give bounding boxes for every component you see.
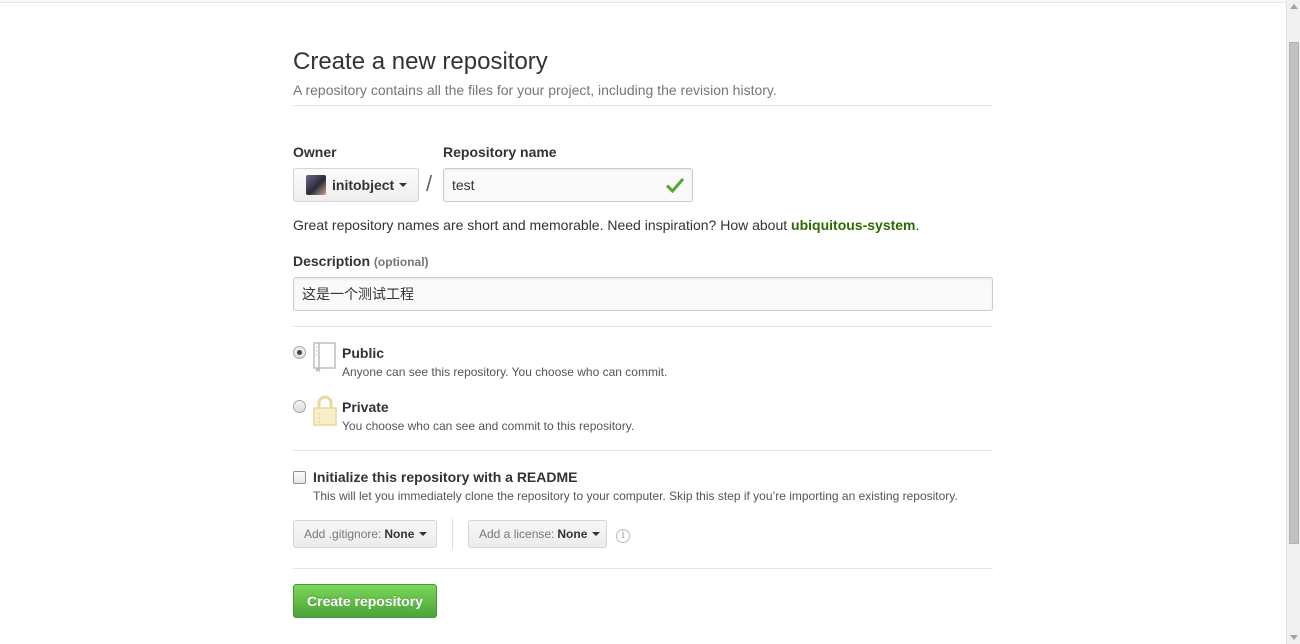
gitignore-dropdown[interactable]: Add .gitignore: None — [293, 520, 437, 548]
page-subtitle: A repository contains all the files for … — [293, 82, 777, 98]
private-radio[interactable] — [293, 400, 306, 413]
description-label-text: Description — [293, 253, 371, 269]
license-label: Add a license: — [479, 527, 555, 541]
repo-name-input[interactable] — [443, 168, 693, 202]
public-desc: Anyone can see this repository. You choo… — [342, 365, 668, 379]
suggested-name-link[interactable]: ubiquitous-system — [791, 217, 915, 233]
private-title: Private — [342, 399, 389, 415]
scrollbar-thumb[interactable] — [1289, 42, 1299, 544]
license-value: None — [557, 527, 588, 541]
init-readme-title: Initialize this repository with a README — [313, 469, 578, 485]
hint-text: Great repository names are short and mem… — [293, 217, 792, 233]
create-repository-button[interactable]: Create repository — [293, 584, 437, 618]
owner-repo-separator: / — [426, 171, 433, 196]
vertical-divider — [452, 519, 453, 549]
gitignore-label: Add .gitignore: — [304, 527, 382, 541]
scroll-down-arrow-icon[interactable] — [1290, 635, 1298, 640]
divider — [293, 326, 993, 327]
owner-label: Owner — [293, 144, 337, 160]
caret-down-icon — [419, 532, 428, 536]
hint-suffix: . — [915, 217, 920, 233]
repo-book-icon — [313, 342, 336, 372]
owner-name: initobject — [332, 177, 395, 193]
scrollbar[interactable] — [1286, 0, 1300, 644]
scroll-up-arrow-icon[interactable] — [1290, 4, 1298, 9]
optional-tag: (optional) — [373, 255, 429, 269]
license-dropdown[interactable]: Add a license: None — [468, 520, 607, 548]
check-icon — [666, 178, 684, 193]
public-radio[interactable] — [293, 346, 306, 359]
description-label: Description (optional) — [293, 253, 429, 269]
repo-name-label: Repository name — [443, 144, 557, 160]
init-readme-checkbox[interactable] — [293, 471, 306, 484]
lock-icon — [313, 395, 337, 426]
divider — [293, 450, 993, 451]
avatar — [306, 175, 326, 195]
caret-down-icon — [399, 183, 408, 187]
top-border — [0, 0, 1286, 3]
name-hint: Great repository names are short and mem… — [293, 217, 919, 233]
info-icon[interactable]: i — [616, 529, 630, 543]
private-desc: You choose who can see and commit to thi… — [342, 419, 635, 433]
page-title: Create a new repository — [293, 48, 548, 75]
owner-dropdown[interactable]: initobject — [293, 168, 419, 202]
caret-down-icon — [592, 532, 601, 536]
public-title: Public — [342, 345, 385, 361]
divider — [293, 568, 993, 569]
divider — [293, 105, 993, 106]
description-input[interactable] — [293, 277, 993, 311]
gitignore-value: None — [384, 527, 415, 541]
init-readme-desc: This will let you immediately clone the … — [313, 489, 958, 503]
